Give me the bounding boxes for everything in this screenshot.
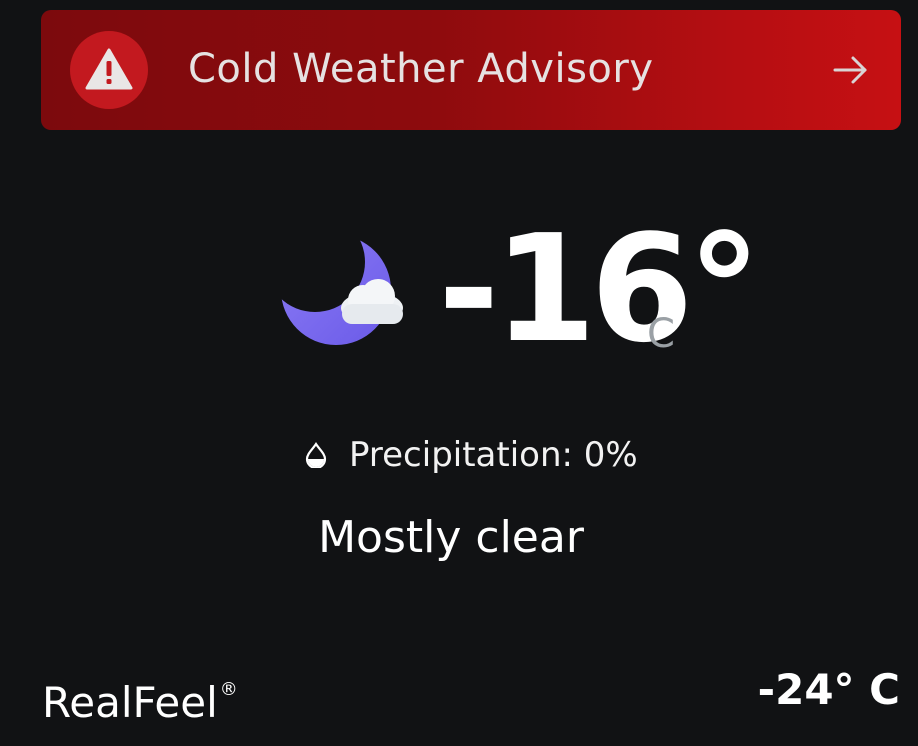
water-drop-icon	[305, 442, 327, 468]
condition-text: Mostly clear	[318, 512, 584, 563]
precipitation-row: Precipitation: 0%	[305, 430, 638, 480]
arrow-right-icon	[833, 56, 867, 84]
temperature-unit: C	[647, 311, 675, 357]
precipitation-text: Precipitation: 0%	[349, 435, 638, 475]
warning-icon-badge	[70, 31, 148, 109]
advisory-title: Cold Weather Advisory	[188, 46, 654, 92]
realfeel-value: -24° C	[757, 665, 900, 714]
weather-screen: Cold Weather Advisory -16° C Precipitati…	[0, 0, 918, 746]
moon-cloud-icon	[281, 235, 403, 345]
registered-mark: ®	[219, 679, 238, 700]
realfeel-label-text: RealFeel	[42, 678, 218, 727]
warning-triangle-icon	[85, 48, 133, 90]
realfeel-label: RealFeel ®	[42, 662, 238, 731]
cold-weather-advisory-banner[interactable]: Cold Weather Advisory	[41, 10, 901, 130]
current-temperature: -16°	[438, 203, 761, 375]
